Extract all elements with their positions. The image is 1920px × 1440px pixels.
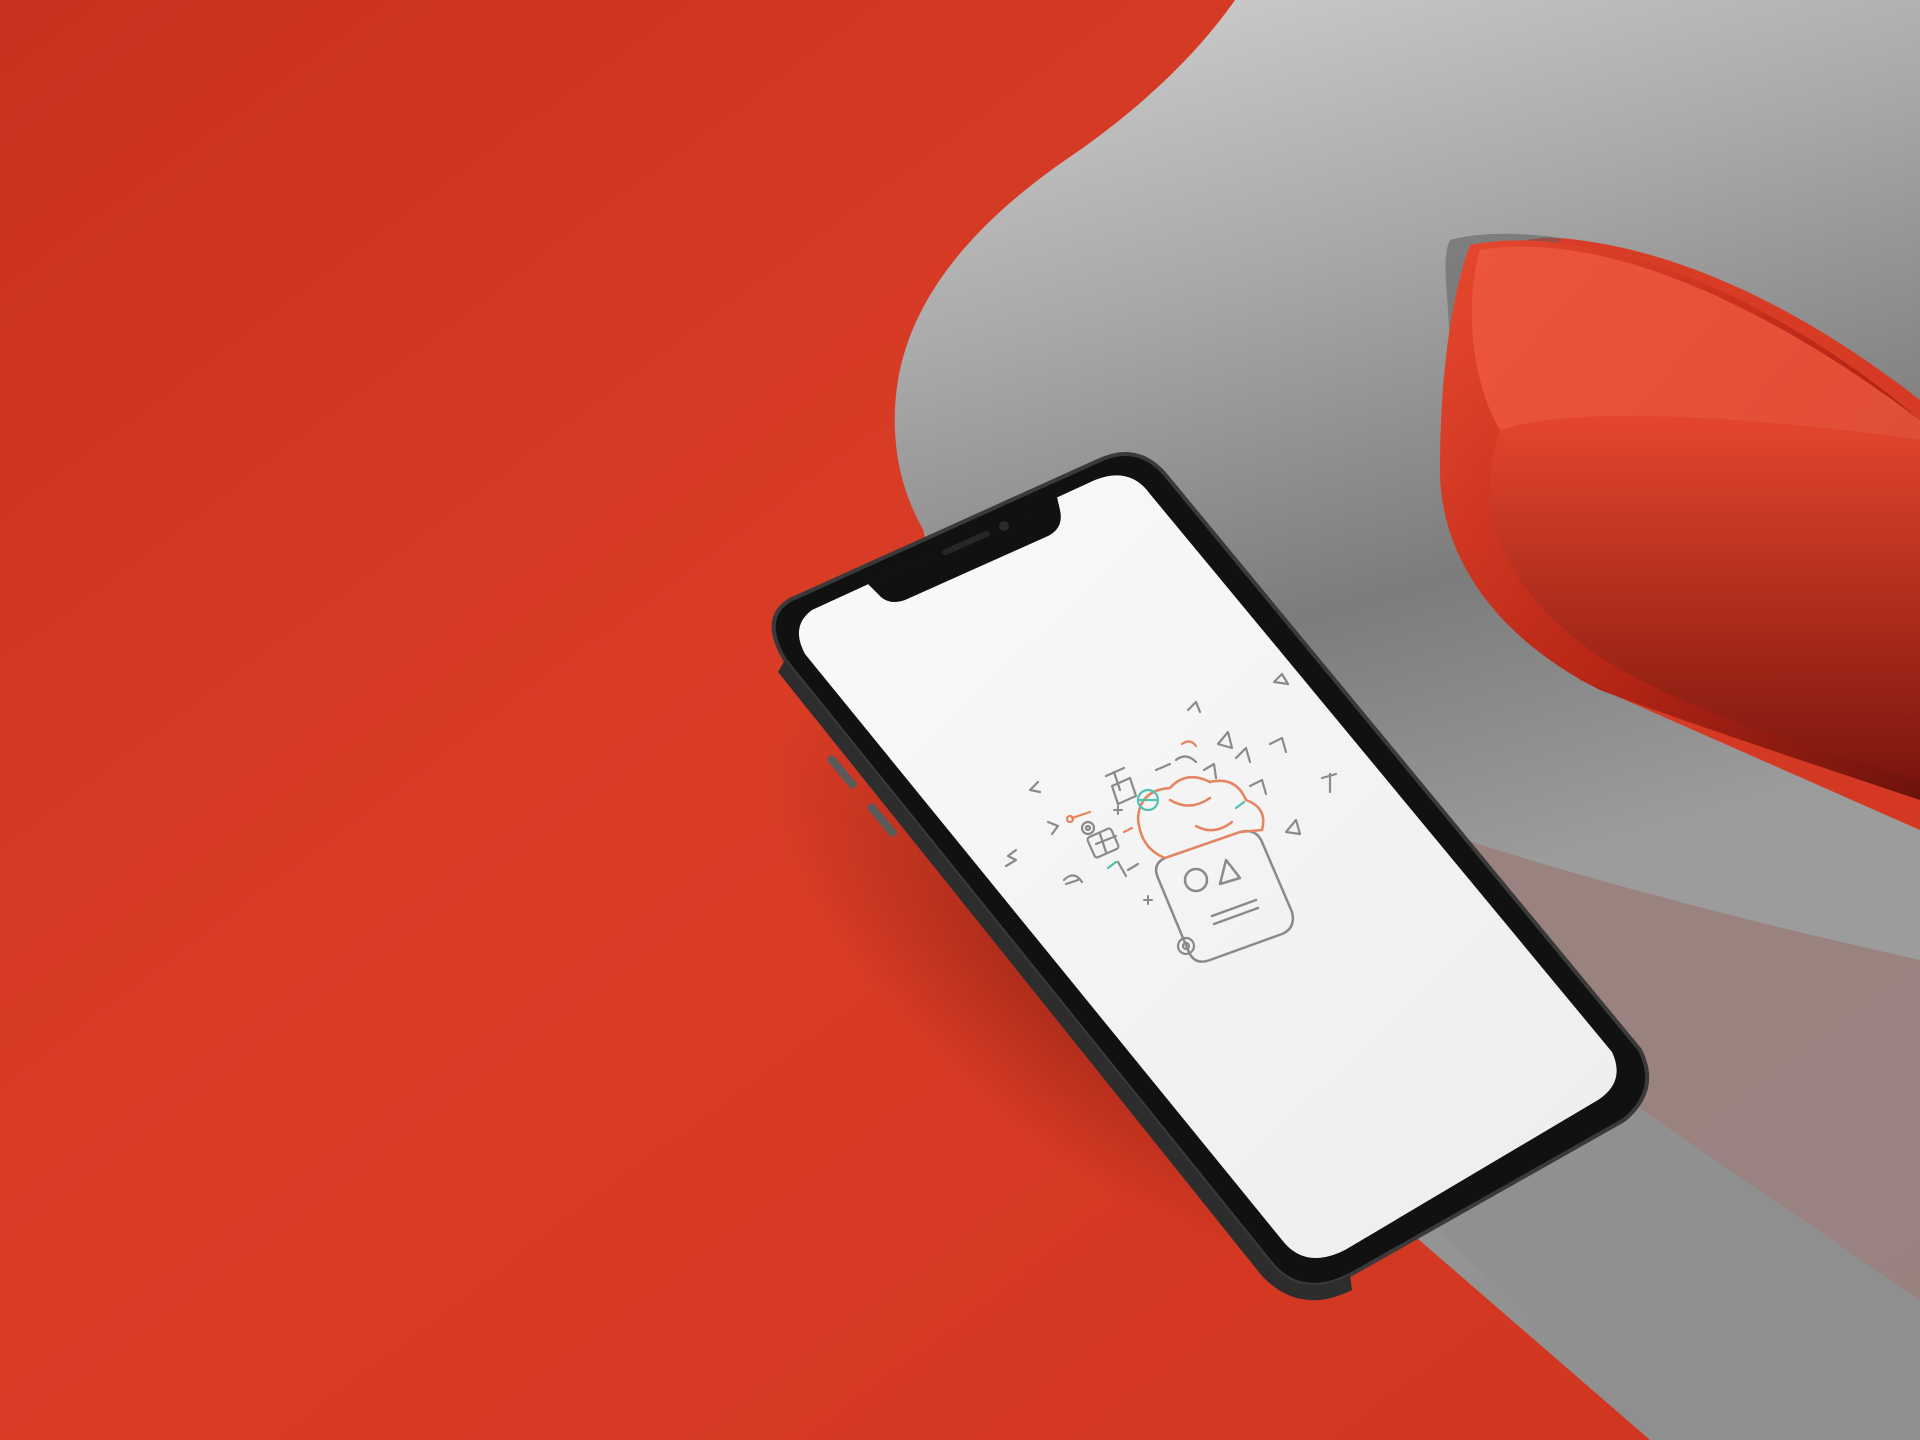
scene-svg — [0, 0, 1920, 1440]
photo-scene — [0, 0, 1920, 1440]
front-camera-icon — [999, 521, 1009, 531]
